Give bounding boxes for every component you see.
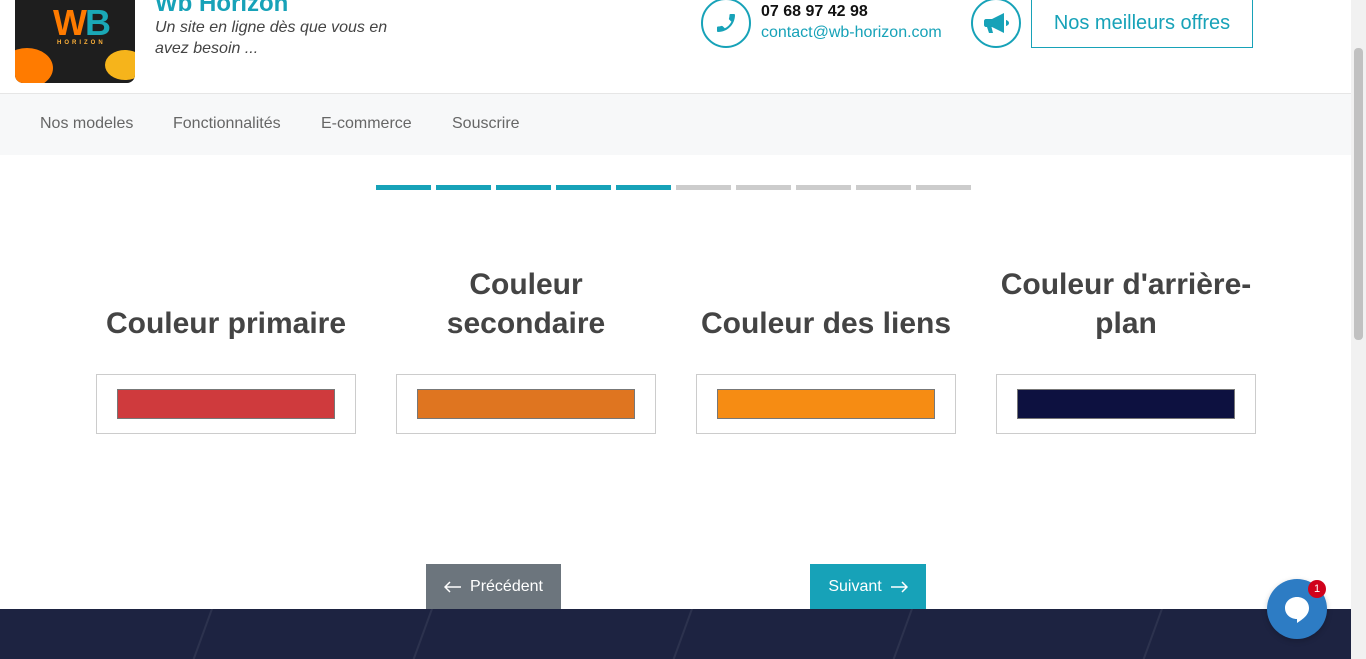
color-secondary-block: Couleur secondaire: [396, 265, 656, 434]
logo-subtext: HORIZON: [57, 40, 106, 46]
color-primary-block: Couleur primaire: [96, 265, 356, 434]
next-button[interactable]: Suivant: [810, 564, 926, 609]
logo-blob-orange: [15, 48, 53, 83]
progress-step-9: [856, 185, 911, 190]
scrollbar-thumb[interactable]: [1354, 48, 1363, 340]
logo-letter-b: B: [84, 2, 111, 43]
previous-button[interactable]: Précédent: [426, 564, 561, 609]
step-progress-bar: [376, 185, 971, 190]
nav-item-features[interactable]: Fonctionnalités: [173, 115, 281, 133]
site-header: WB HORIZON Wb Horizon Un site en ligne d…: [0, 0, 1351, 94]
progress-step-5: [616, 185, 671, 190]
arrow-right-icon: [890, 580, 908, 593]
megaphone-icon[interactable]: [971, 0, 1021, 48]
page-scrollbar[interactable]: [1351, 0, 1366, 659]
nav-item-subscribe[interactable]: Souscrire: [452, 115, 520, 133]
progress-step-8: [796, 185, 851, 190]
brand-tagline: Un site en ligne dès que vous en avez be…: [155, 19, 388, 57]
color-background-title: Couleur d'arrière-plan: [1000, 268, 1252, 340]
email-link[interactable]: contact@wb-horizon.com: [761, 24, 942, 42]
color-secondary-swatch[interactable]: [417, 389, 635, 419]
best-offers-button[interactable]: Nos meilleurs offres: [1031, 0, 1253, 48]
brand-logo[interactable]: WB HORIZON: [15, 0, 135, 83]
color-primary-picker[interactable]: [96, 374, 356, 434]
progress-step-7: [736, 185, 791, 190]
color-links-swatch[interactable]: [717, 389, 935, 419]
nav-item-ecommerce[interactable]: E-commerce: [321, 115, 412, 133]
phone-number[interactable]: 07 68 97 42 98: [761, 3, 868, 21]
footer-hero-image: [0, 609, 1351, 659]
color-links-title: Couleur des liens: [700, 307, 952, 340]
color-links-block: Couleur des liens: [696, 265, 956, 434]
logo-wordmark: WB: [53, 2, 111, 44]
progress-step-2: [436, 185, 491, 190]
logo-letter-w: W: [53, 2, 87, 43]
color-background-picker[interactable]: [996, 374, 1256, 434]
main-nav: Nos modeles Fonctionnalités E-commerce S…: [0, 94, 1351, 155]
arrow-left-icon: [444, 580, 462, 593]
brand-title[interactable]: Wb Horizon: [155, 0, 288, 18]
chat-bubble-icon: [1285, 597, 1309, 623]
progress-step-1: [376, 185, 431, 190]
chat-unread-badge: 1: [1308, 580, 1326, 598]
progress-step-3: [496, 185, 551, 190]
phone-icon[interactable]: [701, 0, 751, 48]
color-secondary-title: Couleur secondaire: [446, 268, 606, 340]
color-background-block: Couleur d'arrière-plan: [996, 265, 1256, 434]
progress-step-4: [556, 185, 611, 190]
color-background-swatch[interactable]: [1017, 389, 1235, 419]
color-links-picker[interactable]: [696, 374, 956, 434]
previous-button-label: Précédent: [470, 577, 543, 595]
progress-step-10: [916, 185, 971, 190]
color-primary-title: Couleur primaire: [105, 307, 347, 340]
nav-item-models[interactable]: Nos modeles: [40, 115, 133, 133]
color-secondary-picker[interactable]: [396, 374, 656, 434]
logo-blob-yellow: [105, 50, 135, 80]
color-primary-swatch[interactable]: [117, 389, 335, 419]
next-button-label: Suivant: [828, 577, 882, 595]
progress-step-6: [676, 185, 731, 190]
